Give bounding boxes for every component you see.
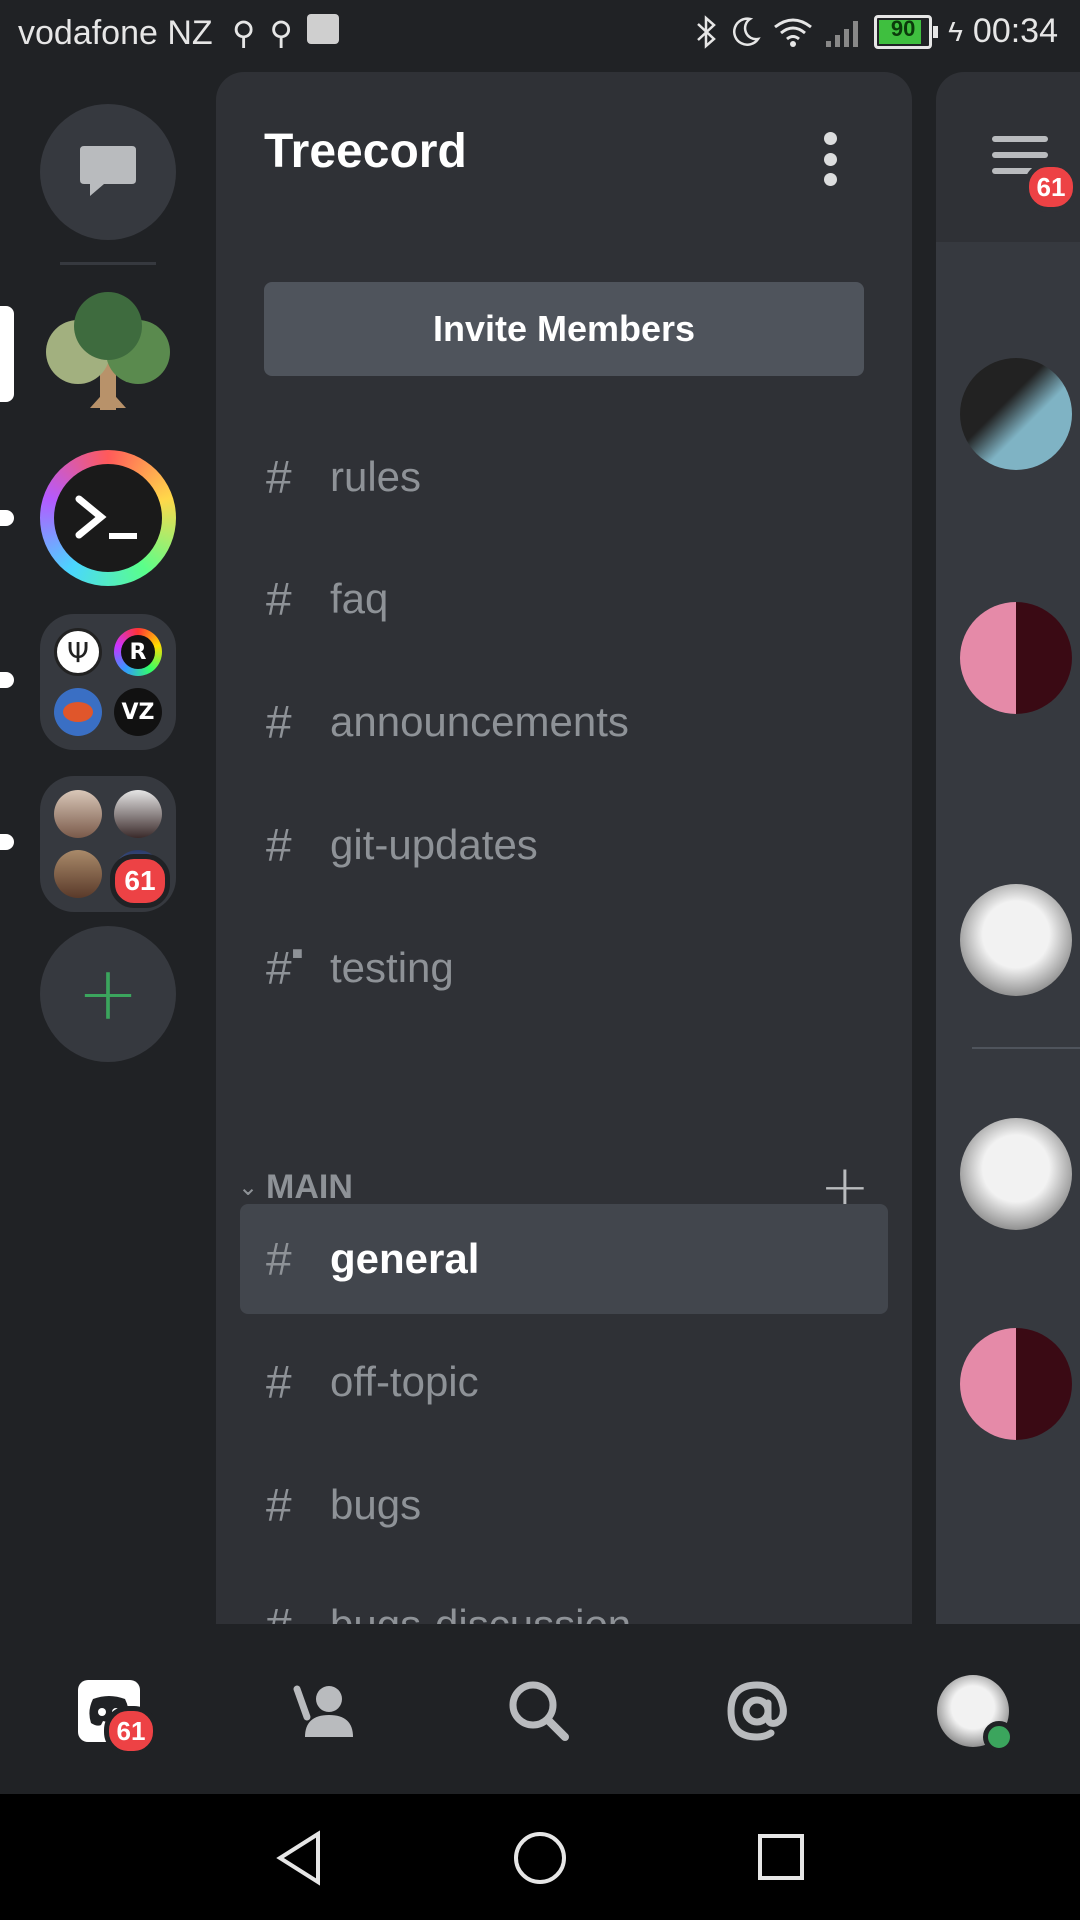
channel-name: announcements: [330, 698, 629, 745]
back-icon[interactable]: [274, 1830, 324, 1886]
tree-server-icon: [46, 292, 170, 410]
unread-server-indicator: [0, 510, 14, 526]
member-divider: [972, 1047, 1080, 1049]
vz-server-icon: VZ: [114, 688, 162, 736]
online-status-icon: [983, 1721, 1015, 1753]
channel-bugs-discussion[interactable]: # bugs-discussion: [240, 1570, 888, 1624]
text-channel-icon: #: [266, 1479, 292, 1531]
channel-name: rules: [330, 453, 422, 500]
clock: 00:34: [972, 12, 1058, 50]
member-list-peek: 61: [936, 72, 1080, 1624]
battery-level: 90: [890, 15, 916, 41]
status-notification-icons: ⚲ ⚲: [232, 14, 339, 52]
chat-bubble-icon: [80, 146, 136, 196]
anime-server-icon: [54, 850, 102, 898]
channel-bugs[interactable]: # bugs: [240, 1450, 888, 1560]
rust-server-icon: R: [114, 628, 162, 676]
terminal-prompt-icon: [75, 495, 137, 539]
anime-server-icon: [114, 790, 162, 838]
text-channel-icon: #: [266, 1356, 292, 1408]
channel-name: git-updates: [330, 821, 538, 868]
channel-announcements[interactable]: # announcements: [240, 667, 888, 777]
profile-avatar: [937, 1675, 1015, 1753]
psi-server-icon: Ψ: [54, 628, 102, 676]
charging-icon: ϟ: [948, 15, 963, 47]
crab-server-icon: [54, 688, 102, 736]
channel-name: general: [330, 1235, 480, 1282]
channel-panel: Treecord Invite Members # rules # faq # …: [216, 72, 912, 1624]
cell-signal-icon: [826, 20, 859, 47]
locked-channel-icon: # ■: [266, 942, 303, 994]
direct-messages-button[interactable]: [40, 104, 176, 240]
channel-general[interactable]: # general: [240, 1204, 888, 1314]
member-avatar[interactable]: [960, 1328, 1072, 1440]
mentions-icon: [727, 1681, 787, 1741]
channel-testing[interactable]: # ■ testing: [240, 913, 888, 1023]
member-avatar[interactable]: [960, 884, 1072, 996]
status-bar: vodafone NZ ⚲ ⚲ 90 ϟ 00:34: [0, 0, 1080, 74]
usb-icon: ⚲: [269, 14, 293, 52]
tab-mentions[interactable]: [712, 1666, 802, 1756]
home-icon[interactable]: [512, 1830, 568, 1886]
tab-search[interactable]: [494, 1666, 584, 1756]
text-channel-icon: #: [266, 1233, 292, 1285]
member-avatar[interactable]: [960, 1118, 1072, 1230]
channel-git-updates[interactable]: # git-updates: [240, 790, 888, 900]
channel-name: off-topic: [330, 1358, 479, 1405]
tab-home[interactable]: 61: [64, 1666, 158, 1756]
friends-icon: [293, 1685, 353, 1737]
unread-server-indicator: [0, 834, 14, 850]
server-folder-anime[interactable]: 61: [40, 776, 176, 912]
tab-friends[interactable]: [280, 1666, 370, 1756]
usb-icon: ⚲: [232, 14, 256, 52]
server-treecord[interactable]: [40, 288, 176, 424]
carrier-name: vodafone NZ: [18, 14, 213, 52]
channel-rules[interactable]: # rules: [240, 422, 888, 532]
channel-off-topic[interactable]: # off-topic: [240, 1327, 888, 1437]
rail-separator: [60, 262, 156, 265]
member-avatar[interactable]: [960, 602, 1072, 714]
server-terminal[interactable]: [40, 450, 176, 586]
android-nav-bar: [0, 1794, 1080, 1920]
text-channel-icon: #: [266, 451, 292, 503]
add-icon: +: [76, 951, 139, 1037]
channel-name: testing: [330, 944, 454, 991]
channel-name: bugs-discussion: [324, 1601, 631, 1624]
unread-server-indicator: [0, 672, 14, 688]
tab-profile[interactable]: [928, 1666, 1018, 1756]
text-channel-icon: #: [240, 1598, 324, 1624]
server-title[interactable]: Treecord: [264, 124, 467, 179]
wifi-icon: [774, 18, 812, 47]
channel-name: bugs: [330, 1481, 422, 1528]
recents-icon[interactable]: [756, 1832, 806, 1882]
do-not-disturb-moon-icon: [733, 16, 761, 46]
invite-members-button[interactable]: Invite Members: [264, 282, 864, 376]
server-rail: Ψ R VZ 61 +: [0, 74, 216, 1624]
selected-server-indicator: [0, 306, 14, 402]
category-label: MAIN: [266, 1167, 353, 1206]
text-channel-icon: #: [266, 573, 292, 625]
channel-faq[interactable]: # faq: [240, 544, 888, 654]
channel-name: faq: [330, 575, 389, 622]
battery-indicator: 90: [874, 14, 939, 49]
unread-badge: 61: [1024, 162, 1078, 212]
chevron-down-icon: ⌄: [237, 1173, 259, 1201]
bottom-tab-bar: 61: [0, 1624, 1080, 1794]
add-server-button[interactable]: +: [40, 926, 176, 1062]
text-channel-icon: #: [266, 819, 292, 871]
member-avatar[interactable]: [960, 358, 1072, 470]
anime-server-icon: [54, 790, 102, 838]
status-system-icons: 90 ϟ 00:34: [694, 12, 1058, 51]
notification-icon: [306, 14, 339, 44]
unread-badge: 61: [110, 854, 170, 908]
server-folder-dev[interactable]: Ψ R VZ: [40, 614, 176, 750]
unread-badge: 61: [104, 1706, 158, 1756]
text-channel-icon: #: [266, 696, 292, 748]
server-menu-icon[interactable]: [820, 132, 840, 186]
bluetooth-icon: [697, 14, 716, 49]
lock-icon: ■: [292, 943, 303, 963]
search-icon: [509, 1681, 569, 1741]
